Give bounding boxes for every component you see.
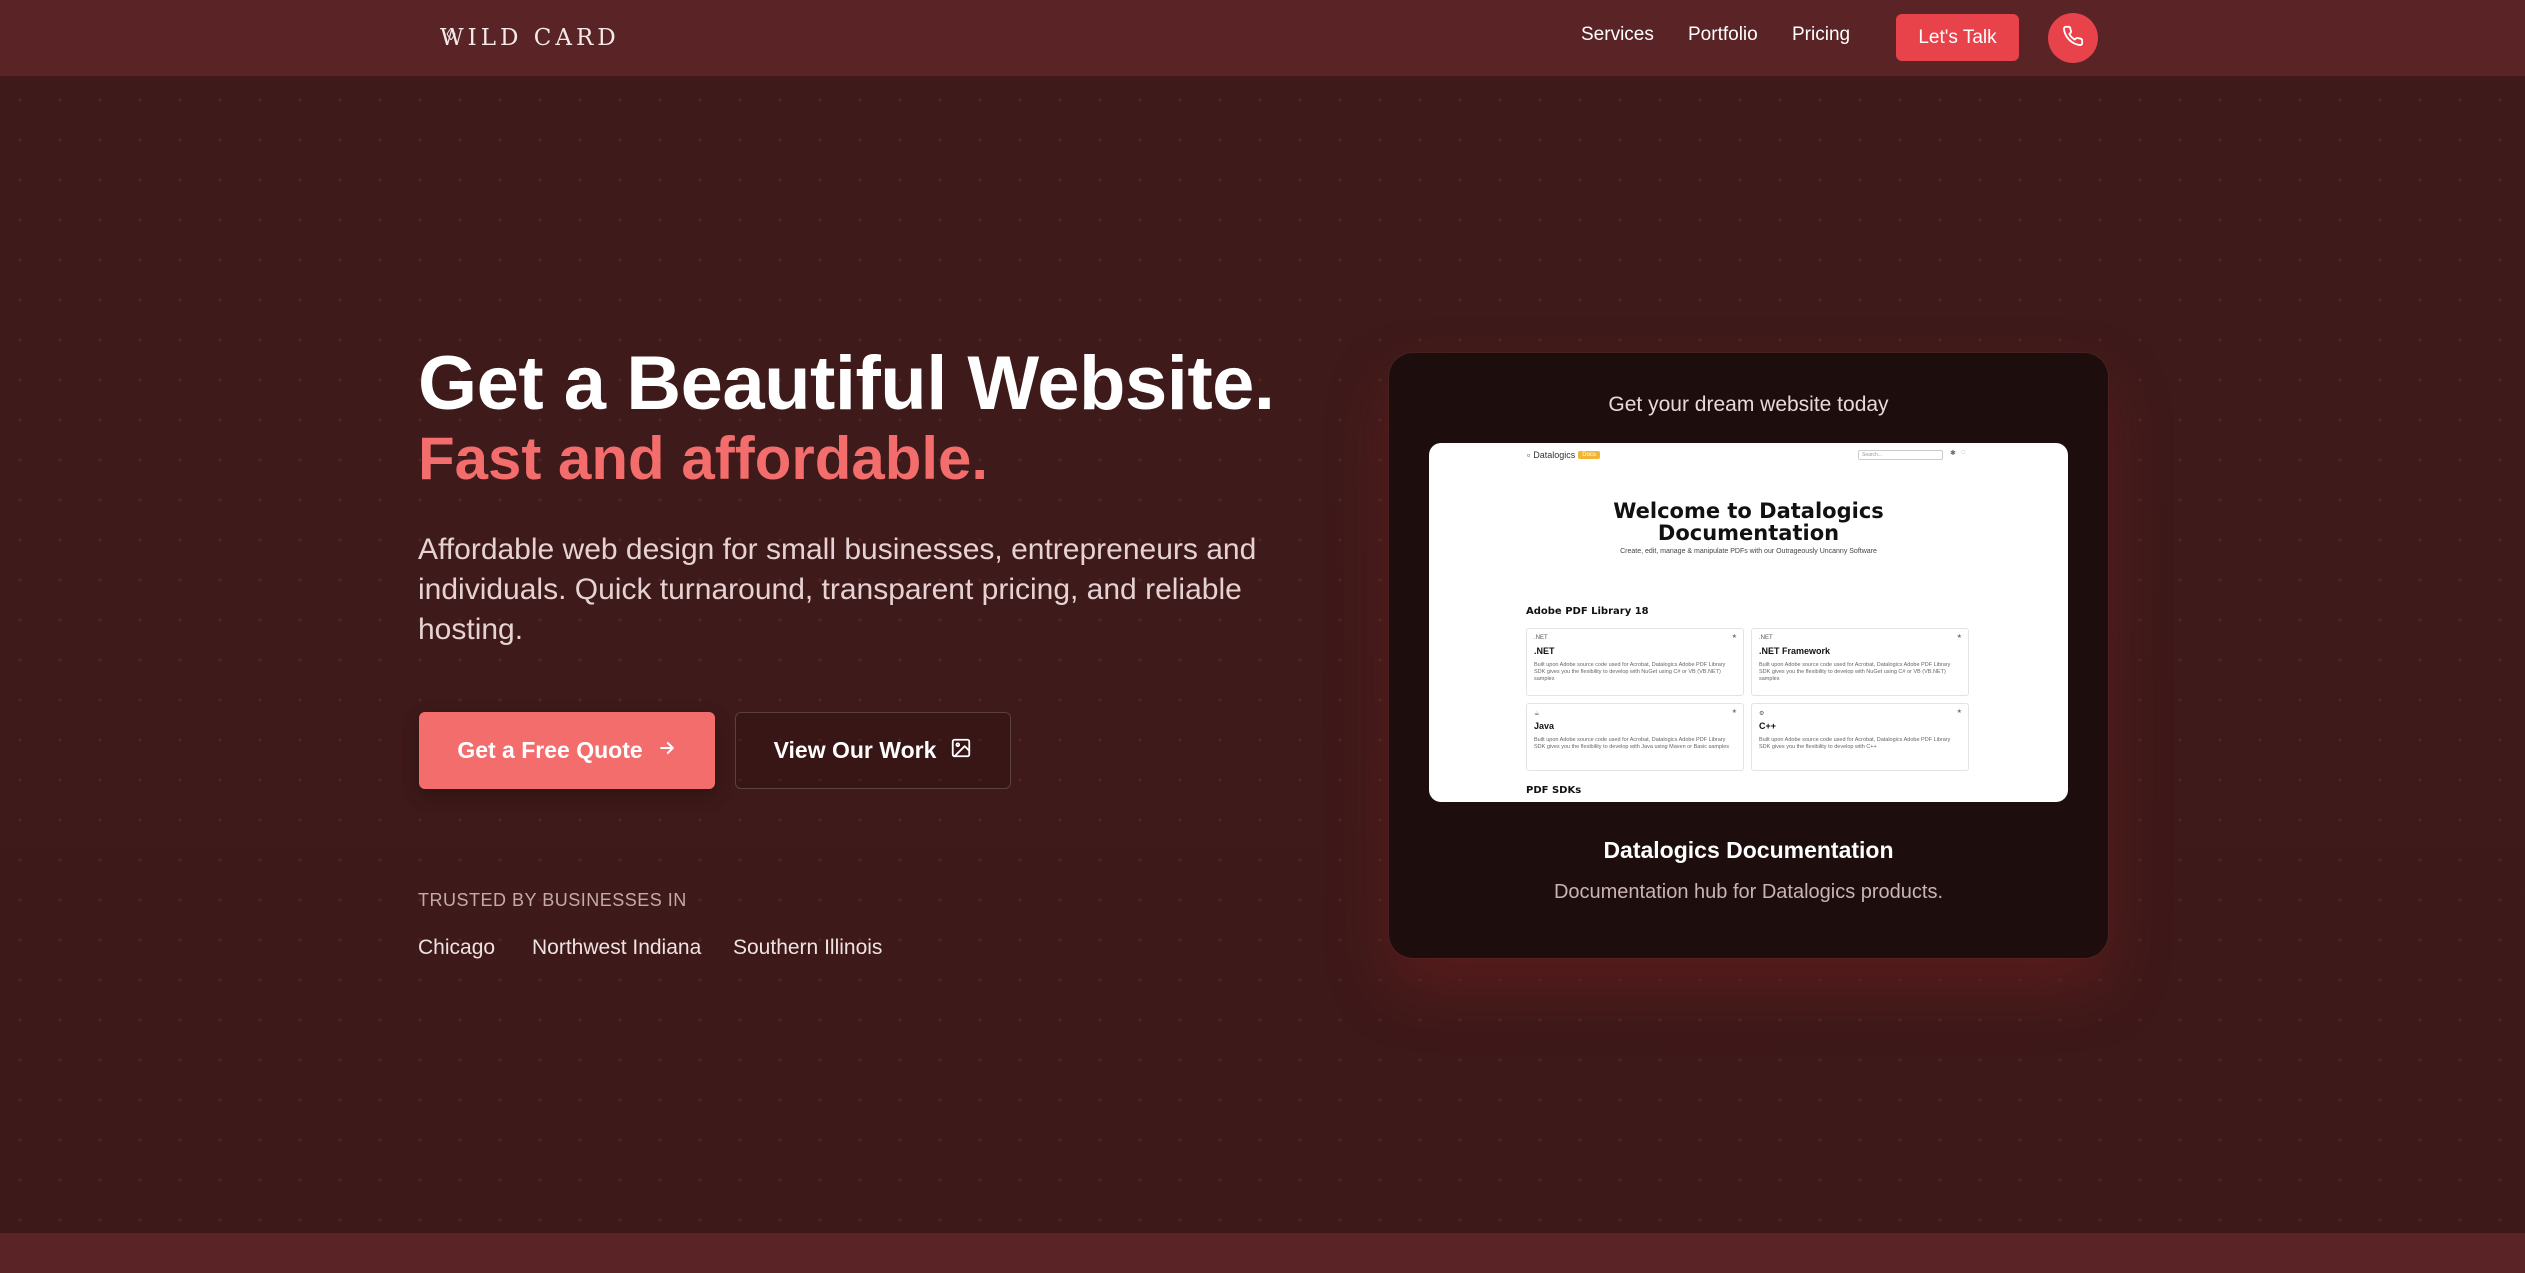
nav-portfolio[interactable]: Portfolio: [1688, 24, 1758, 46]
mini-card-title: .NET: [1534, 646, 1555, 656]
mini-card-desc: Built upon Adobe source code used for Ac…: [1759, 662, 1951, 682]
nav-pricing[interactable]: Pricing: [1792, 24, 1850, 46]
star-icon: ★: [1956, 634, 1962, 640]
star-icon: ★: [1956, 709, 1962, 715]
dotnet-icon: .NET: [1759, 635, 1773, 641]
mini-card-desc: Built upon Adobe source code used for Ac…: [1534, 662, 1726, 682]
next-section-edge: [0, 1233, 2525, 1273]
mini-card: .NET ★ .NET Framework Built upon Adobe s…: [1751, 628, 1969, 696]
arrow-right-icon: [657, 737, 677, 764]
hero-subtitle: Fast and affordable.: [418, 425, 989, 492]
nav-services[interactable]: Services: [1581, 24, 1654, 46]
mini-logo-icon: ▫: [1527, 450, 1531, 460]
trusted-label: TRUSTED BY BUSINESSES IN: [418, 890, 687, 910]
showcase-top-text: Get your dream website today: [1608, 393, 1889, 416]
star-icon: ★: [1731, 634, 1737, 640]
mini-heading-line2: Documentation: [1657, 521, 1840, 545]
mini-badge: Docs: [1578, 451, 1600, 459]
cpp-icon: ⚙: [1759, 711, 1765, 717]
image-icon: [950, 737, 972, 765]
hero-lead: Affordable web design for small business…: [418, 533, 1257, 646]
city-northwest-indiana: Northwest Indiana: [532, 936, 702, 959]
mini-card-desc: Built upon Adobe source code used for Ac…: [1534, 737, 1730, 750]
hero-title: Get a Beautiful Website.: [418, 341, 1275, 426]
showcase-screenshot[interactable]: ▫ Datalogics Docs Search... ✱ ◌ Welcome …: [1429, 443, 2068, 802]
city-chicago: Chicago: [418, 936, 496, 959]
mini-search: Search...: [1858, 450, 1943, 460]
mini-subheading: Create, edit, manage & manipulate PDFs w…: [1620, 548, 1877, 555]
mini-theme-icon: ✱: [1950, 450, 1956, 457]
mini-heading: Welcome to Datalogics Documentation: [1429, 500, 2068, 544]
phone-icon: [2062, 25, 2084, 52]
dotnet-icon: .NET: [1534, 635, 1548, 641]
navbar: WILD CARD Services Portfolio Pricing Let…: [0, 0, 2525, 77]
mini-card-title: Java: [1534, 721, 1555, 731]
mini-section-title: Adobe PDF Library 18: [1526, 606, 1649, 617]
city-southern-illinois: Southern Illinois: [733, 936, 883, 959]
mini-card-title: C++: [1759, 721, 1777, 731]
java-icon: ☕: [1534, 711, 1540, 717]
get-free-quote-label: Get a Free Quote: [457, 737, 643, 763]
showcase-title: Datalogics Documentation: [1603, 837, 1894, 863]
mini-card: ⚙ ★ C++ Built upon Adobe source code use…: [1751, 703, 1969, 771]
logo-text: WILD CARD: [440, 25, 620, 51]
showcase-description: Documentation hub for Datalogics product…: [1553, 881, 1944, 903]
logo[interactable]: WILD CARD: [440, 20, 620, 56]
showcase-card: Get your dream website today ▫ Datalogic…: [1389, 353, 2108, 958]
mini-card-title: .NET Framework: [1759, 646, 1831, 656]
view-our-work-label: View Our Work: [773, 737, 937, 763]
get-free-quote-button[interactable]: Get a Free Quote: [419, 712, 715, 789]
mini-brand-text: Datalogics: [1533, 450, 1576, 460]
mini-card-desc: Built upon Adobe source code used for Ac…: [1759, 737, 1951, 750]
mini-heading-line1: Welcome to Datalogics: [1613, 499, 1884, 523]
view-our-work-button[interactable]: View Our Work: [735, 712, 1011, 789]
mini-card: .NET ★ .NET Built upon Adobe source code…: [1526, 628, 1744, 696]
mini-github-icon: ◌: [1961, 449, 1966, 456]
mini-section-title-2: PDF SDKs: [1526, 785, 1582, 796]
mini-brand: ▫ Datalogics Docs: [1527, 450, 1600, 460]
mini-card: ☕ ★ Java Built upon Adobe source code us…: [1526, 703, 1744, 771]
phone-button[interactable]: [2048, 13, 2098, 63]
star-icon: ★: [1731, 709, 1737, 715]
lets-talk-button[interactable]: Let's Talk: [1896, 14, 2019, 61]
